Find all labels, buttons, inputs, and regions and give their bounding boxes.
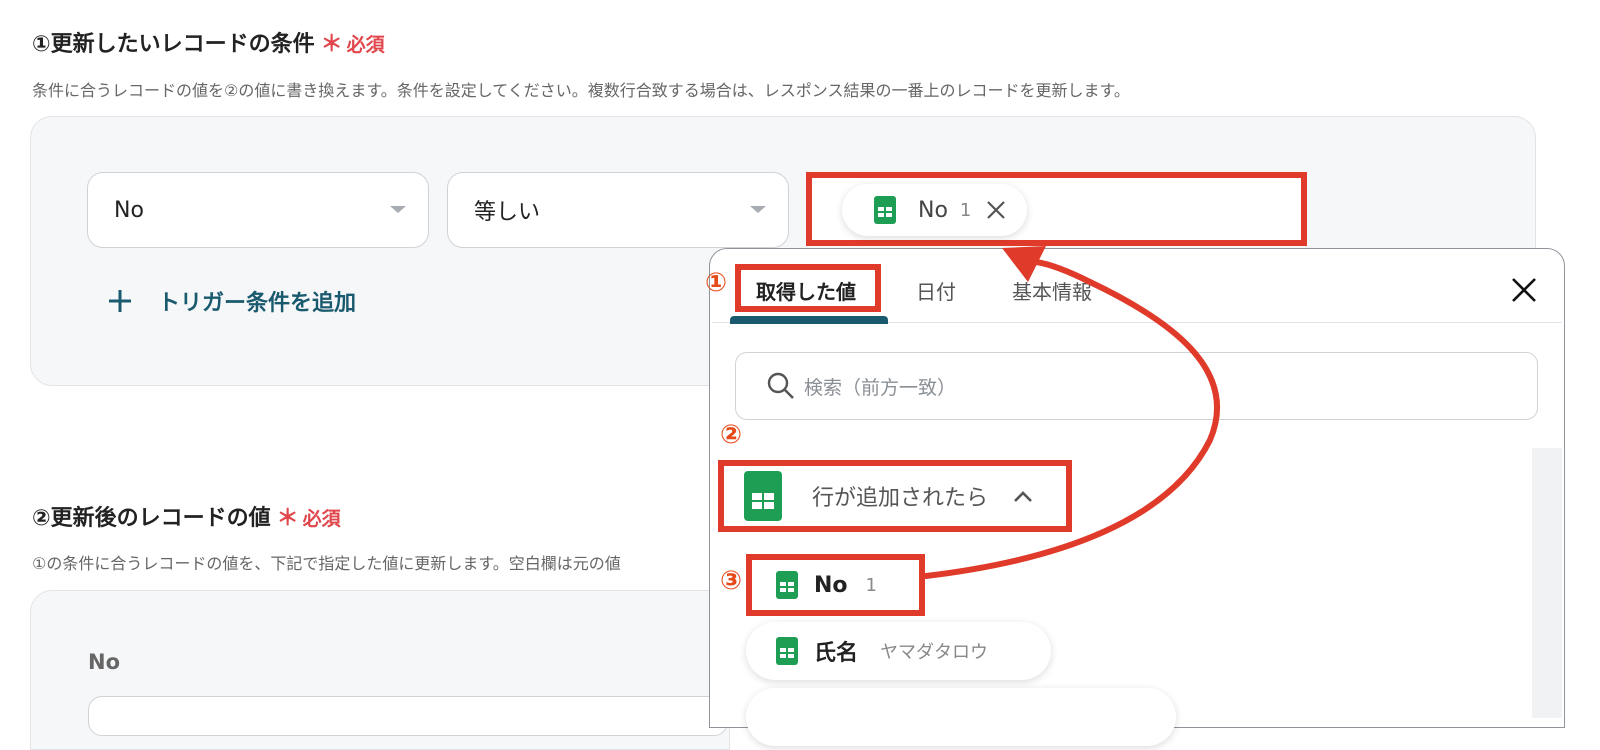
drag-arrow-icon [923, 246, 1220, 579]
